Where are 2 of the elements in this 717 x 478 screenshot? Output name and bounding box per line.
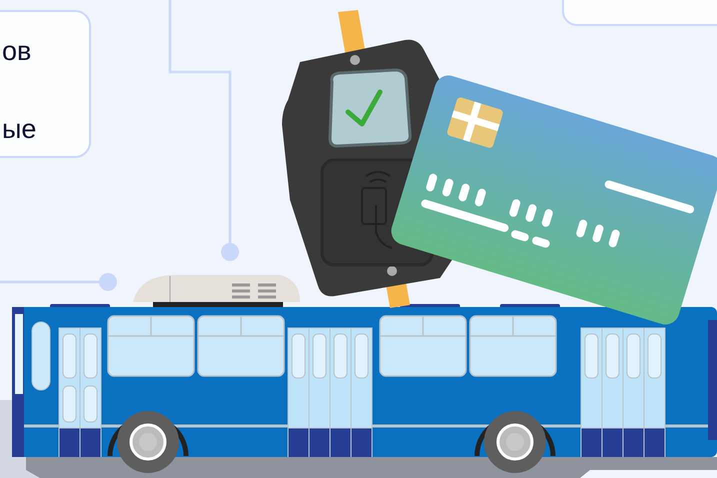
card-text: ые xyxy=(2,113,38,146)
card-text: ов xyxy=(2,35,32,68)
